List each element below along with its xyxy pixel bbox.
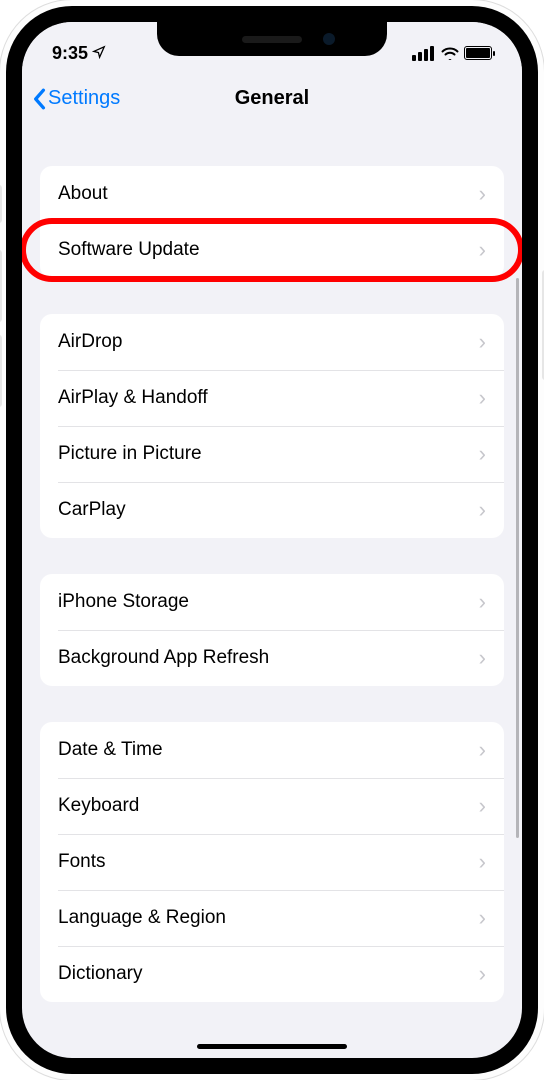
chevron-right-icon: ›	[479, 647, 486, 669]
settings-content[interactable]: About › Software Update › AirDrop ›	[22, 126, 522, 1058]
settings-group: iPhone Storage › Background App Refresh …	[40, 574, 504, 686]
wifi-icon	[440, 46, 458, 60]
settings-group: About › Software Update ›	[40, 166, 504, 278]
chevron-right-icon: ›	[479, 851, 486, 873]
chevron-left-icon	[32, 88, 46, 110]
row-label: Fonts	[58, 851, 106, 873]
row-label: Software Update	[58, 239, 200, 261]
silence-switch[interactable]	[0, 185, 2, 223]
row-fonts[interactable]: Fonts ›	[40, 834, 504, 890]
chevron-right-icon: ›	[479, 331, 486, 353]
chevron-right-icon: ›	[479, 443, 486, 465]
cellular-signal-icon	[412, 46, 434, 61]
front-camera	[323, 33, 335, 45]
row-label: Picture in Picture	[58, 443, 202, 465]
row-language-region[interactable]: Language & Region ›	[40, 890, 504, 946]
page-title: General	[235, 87, 309, 110]
volume-up-button[interactable]	[0, 250, 2, 322]
location-icon	[92, 43, 106, 64]
device-frame: 9:35	[0, 0, 544, 1080]
back-label: Settings	[48, 87, 120, 110]
row-label: Keyboard	[58, 795, 139, 817]
battery-icon	[464, 46, 492, 60]
scroll-indicator[interactable]	[516, 278, 519, 838]
row-about[interactable]: About ›	[40, 166, 504, 222]
status-time: 9:35	[52, 43, 106, 64]
chevron-right-icon: ›	[479, 795, 486, 817]
row-label: CarPlay	[58, 499, 126, 521]
chevron-right-icon: ›	[479, 591, 486, 613]
chevron-right-icon: ›	[479, 963, 486, 985]
row-background-app-refresh[interactable]: Background App Refresh ›	[40, 630, 504, 686]
row-carplay[interactable]: CarPlay ›	[40, 482, 504, 538]
row-label: iPhone Storage	[58, 591, 189, 613]
speaker-grill	[242, 36, 302, 43]
status-right	[412, 46, 492, 61]
row-software-update[interactable]: Software Update ›	[40, 222, 504, 278]
row-label: Dictionary	[58, 963, 142, 985]
row-label: About	[58, 183, 108, 205]
device-bezel: 9:35	[6, 6, 538, 1074]
time-label: 9:35	[52, 43, 88, 64]
chevron-right-icon: ›	[479, 499, 486, 521]
settings-group: Date & Time › Keyboard › Fonts › Languag…	[40, 722, 504, 1002]
row-keyboard[interactable]: Keyboard ›	[40, 778, 504, 834]
chevron-right-icon: ›	[479, 183, 486, 205]
chevron-right-icon: ›	[479, 907, 486, 929]
row-label: AirDrop	[58, 331, 122, 353]
volume-down-button[interactable]	[0, 335, 2, 407]
row-dictionary[interactable]: Dictionary ›	[40, 946, 504, 1002]
row-date-time[interactable]: Date & Time ›	[40, 722, 504, 778]
nav-bar: Settings General	[22, 72, 522, 126]
settings-group: AirDrop › AirPlay & Handoff › Picture in…	[40, 314, 504, 538]
screen: 9:35	[22, 22, 522, 1058]
home-indicator[interactable]	[197, 1044, 347, 1049]
row-label: Date & Time	[58, 739, 163, 761]
notch	[157, 22, 387, 56]
row-label: Language & Region	[58, 907, 226, 929]
chevron-right-icon: ›	[479, 739, 486, 761]
chevron-right-icon: ›	[479, 387, 486, 409]
chevron-right-icon: ›	[479, 239, 486, 261]
row-airplay-handoff[interactable]: AirPlay & Handoff ›	[40, 370, 504, 426]
row-iphone-storage[interactable]: iPhone Storage ›	[40, 574, 504, 630]
back-button[interactable]: Settings	[32, 87, 120, 110]
row-label: AirPlay & Handoff	[58, 387, 208, 409]
row-label: Background App Refresh	[58, 647, 269, 669]
row-picture-in-picture[interactable]: Picture in Picture ›	[40, 426, 504, 482]
row-airdrop[interactable]: AirDrop ›	[40, 314, 504, 370]
